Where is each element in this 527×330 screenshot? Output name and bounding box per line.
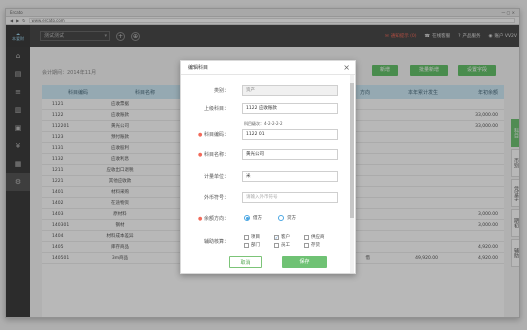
parent-field[interactable]: 1122 应收账款 [242,103,338,114]
foreign-field[interactable]: 请输入外币符号 [242,192,338,203]
aux-department-checkbox[interactable]: 部门 [244,242,260,248]
credit-radio[interactable]: 贷方 [278,215,296,221]
radio-on-icon [244,215,250,221]
dialog-scrollbar[interactable] [350,75,354,273]
unit-field[interactable]: 米 [242,171,338,182]
edit-account-dialog: 编辑科目 × 类别： 资产 上级科目： 1122 应收账款 科目级次：4-2-2… [180,60,356,274]
checkbox-icon [274,242,279,248]
checkbox-icon [304,242,309,248]
debit-radio[interactable]: 借方 [244,215,262,221]
name-label: ● 科目名称： [198,152,229,158]
save-button[interactable]: 保存 [282,256,327,268]
direction-label: ● 余额方向： [198,216,229,222]
foreign-label: 外币符号： [203,195,229,201]
checkbox-icon [244,234,249,240]
close-icon[interactable]: × [343,61,350,75]
radio-off-icon [278,215,284,221]
aux-supplier-checkbox[interactable]: 供应商 [304,234,325,240]
cancel-button[interactable]: 取消 [229,256,262,268]
code-label: ● 科目编码： [198,132,229,138]
dialog-header: 编辑科目 × [181,61,355,75]
aux-employee-checkbox[interactable]: 员工 [274,242,290,248]
checkbox-icon [244,242,249,248]
type-label: 类别： [213,88,229,94]
code-rule-hint: 科目级次：4-2-2-2-2 [244,121,283,126]
code-field[interactable]: 1122 01 [242,129,338,140]
unit-label: 计量单位： [203,174,229,180]
type-field: 资产 [242,85,338,96]
parent-label: 上级科目： [203,106,229,112]
name-field[interactable]: 黄光公司 [242,149,338,160]
aux-inventory-checkbox[interactable]: 存货 [304,242,320,248]
dialog-title: 编辑科目 [188,65,209,71]
aux-project-checkbox[interactable]: 项目 [244,234,260,240]
scrollbar-thumb[interactable] [350,83,354,218]
checkbox-icon [304,234,309,240]
aux-customer-checkbox[interactable]: ✓ 客户 [274,234,290,240]
auxiliary-label: 辅助核算： [203,239,229,245]
checkbox-checked-icon: ✓ [274,234,279,240]
